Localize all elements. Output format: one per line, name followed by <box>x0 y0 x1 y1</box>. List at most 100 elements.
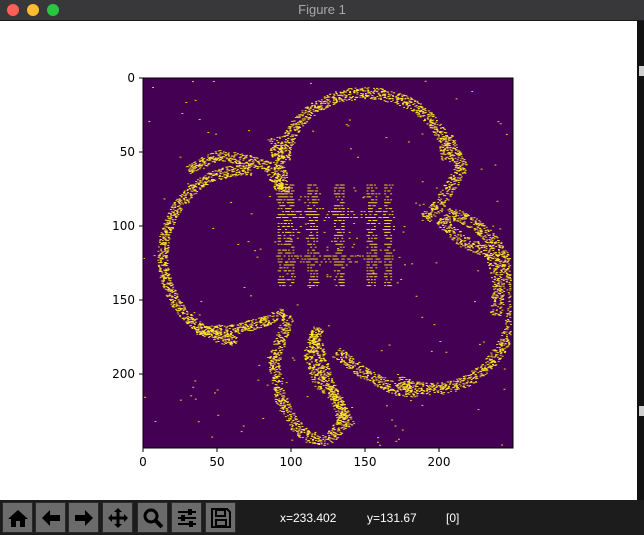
image-pixel <box>440 155 443 157</box>
image-pixel <box>200 327 203 329</box>
image-pixel <box>273 174 276 176</box>
image-pixel <box>439 150 442 152</box>
image-pixel <box>168 273 171 275</box>
image-pixel <box>280 191 283 193</box>
image-pixel <box>430 113 433 115</box>
image-pixel <box>509 258 511 259</box>
image-pixel <box>276 145 279 146</box>
image-pixel <box>444 158 447 160</box>
image-axes[interactable] <box>143 78 513 448</box>
image-pixel <box>289 424 292 426</box>
image-pixel <box>469 241 472 243</box>
image-pixel <box>170 231 173 233</box>
image-pixel <box>456 161 459 163</box>
image-pixel <box>283 161 286 163</box>
image-pixel <box>477 372 480 374</box>
image-pixel <box>386 380 389 382</box>
image-pixel <box>288 154 290 156</box>
image-pixel <box>282 310 285 312</box>
image-pixel <box>191 186 194 188</box>
image-pixel <box>439 191 442 193</box>
image-pixel <box>204 162 207 164</box>
image-pixel <box>285 159 287 161</box>
image-pixel <box>437 130 439 132</box>
image-pixel <box>296 115 299 117</box>
image-pixel <box>278 190 281 192</box>
image-pixel <box>232 324 235 326</box>
image-pixel <box>477 367 480 369</box>
image-pixel <box>411 382 414 384</box>
image-pixel <box>443 202 446 203</box>
image-pixel <box>450 174 453 176</box>
image-pixel <box>505 328 508 330</box>
image-pixel <box>281 319 284 321</box>
image-pixel <box>176 311 179 313</box>
image-pixel <box>377 374 380 376</box>
image-pixel <box>313 114 316 116</box>
image-pixel <box>164 264 167 266</box>
image-pixel <box>448 387 450 389</box>
image-pixel <box>228 328 231 329</box>
image-pixel <box>500 242 503 244</box>
image-pixel <box>324 444 327 446</box>
image-pixel <box>284 132 287 134</box>
image-pixel <box>269 150 272 151</box>
image-pixel <box>269 162 271 164</box>
image-pixel <box>441 383 444 385</box>
image-pixel <box>167 276 170 278</box>
image-pixel <box>269 140 272 142</box>
image-pixel <box>271 349 274 351</box>
image-pixel <box>410 391 413 393</box>
image-pixel <box>464 378 467 380</box>
image-pixel <box>403 106 406 108</box>
image-pixel <box>276 140 279 142</box>
image-pixel <box>481 237 484 239</box>
image-pixel <box>277 332 280 334</box>
image-pixel <box>491 360 494 362</box>
image-pixel <box>416 101 419 103</box>
image-pixel <box>164 253 167 254</box>
image-pixel <box>355 371 358 373</box>
image-pixel <box>458 383 461 385</box>
image-pixel <box>219 328 222 330</box>
figure-plot[interactable]: 005050100100150150200200 <box>0 21 637 500</box>
image-pixel <box>469 382 472 384</box>
image-pixel <box>237 332 240 334</box>
image-pixel <box>314 106 317 108</box>
image-pixel <box>361 89 364 91</box>
image-pixel <box>276 399 279 400</box>
image-pixel <box>433 392 436 393</box>
image-pixel <box>162 227 165 229</box>
image-pixel <box>485 241 488 243</box>
image-pixel <box>276 366 279 367</box>
image-pixel <box>296 421 299 422</box>
image-pixel <box>281 182 284 184</box>
image-pixel <box>492 293 495 295</box>
image-pixel <box>460 156 463 158</box>
image-pixel <box>457 387 460 388</box>
image-pixel <box>503 251 506 253</box>
image-pixel <box>420 115 423 117</box>
image-pixel <box>284 145 286 147</box>
image-pixel <box>283 325 286 326</box>
image-pixel <box>223 332 226 334</box>
image-pixel <box>281 380 284 382</box>
image-pixel <box>476 228 479 230</box>
image-pixel <box>475 218 478 220</box>
image-pixel <box>200 328 203 330</box>
image-pixel <box>423 216 426 217</box>
image-pixel <box>449 152 452 154</box>
image-pixel <box>365 367 368 369</box>
image-pixel <box>159 277 162 279</box>
image-pixel <box>353 372 356 374</box>
image-pixel <box>481 375 484 377</box>
image-pixel <box>296 418 298 420</box>
image-pixel <box>285 154 288 156</box>
image-pixel <box>311 433 314 435</box>
figure-canvas[interactable]: 0 0 50 50 100 100 150 150 200 200 <box>0 21 637 500</box>
image-pixel <box>267 317 270 319</box>
image-pixel <box>446 143 449 145</box>
image-pixel <box>441 208 444 210</box>
image-pixel <box>496 288 499 290</box>
image-pixel <box>474 221 477 223</box>
